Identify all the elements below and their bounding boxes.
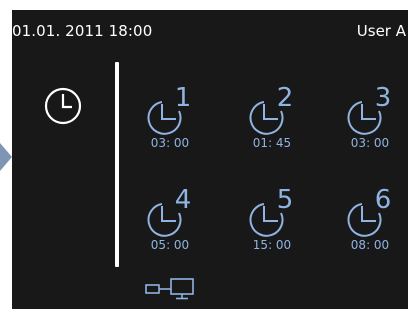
timer-time: 03: 00: [350, 136, 390, 150]
network-icon[interactable]: [145, 278, 197, 300]
timer-number: 3: [375, 83, 392, 113]
timer-time: 05: 00: [150, 238, 190, 252]
timer-number: 2: [277, 83, 294, 113]
timer-1[interactable]: 1 03: 00: [136, 80, 204, 160]
timer-5[interactable]: 5 15: 00: [238, 182, 306, 262]
status-bar: 01.01. 2011 18:00 User A: [12, 10, 408, 52]
timer-4[interactable]: 4 05: 00: [136, 182, 204, 262]
divider: [115, 62, 119, 267]
timer-number: 1: [175, 83, 192, 113]
timer-time: 01: 45: [252, 136, 292, 150]
clock-icon[interactable]: [43, 86, 83, 126]
timer-3[interactable]: 3 03: 00: [336, 80, 404, 160]
timer-number: 4: [175, 185, 192, 215]
pointer-arrow: [0, 143, 12, 171]
timer-time: 15: 00: [252, 238, 292, 252]
device-screen: 01.01. 2011 18:00 User A 1 03: 00 2 01: …: [12, 10, 408, 309]
timer-number: 6: [375, 185, 392, 215]
timer-6[interactable]: 6 08: 00: [336, 182, 404, 262]
timer-time: 08: 00: [350, 238, 390, 252]
datetime-display: 01.01. 2011 18:00: [12, 22, 153, 40]
timer-time: 03: 00: [150, 136, 190, 150]
timer-number: 5: [277, 185, 294, 215]
user-label[interactable]: User A: [357, 22, 406, 40]
timer-2[interactable]: 2 01: 45: [238, 80, 306, 160]
